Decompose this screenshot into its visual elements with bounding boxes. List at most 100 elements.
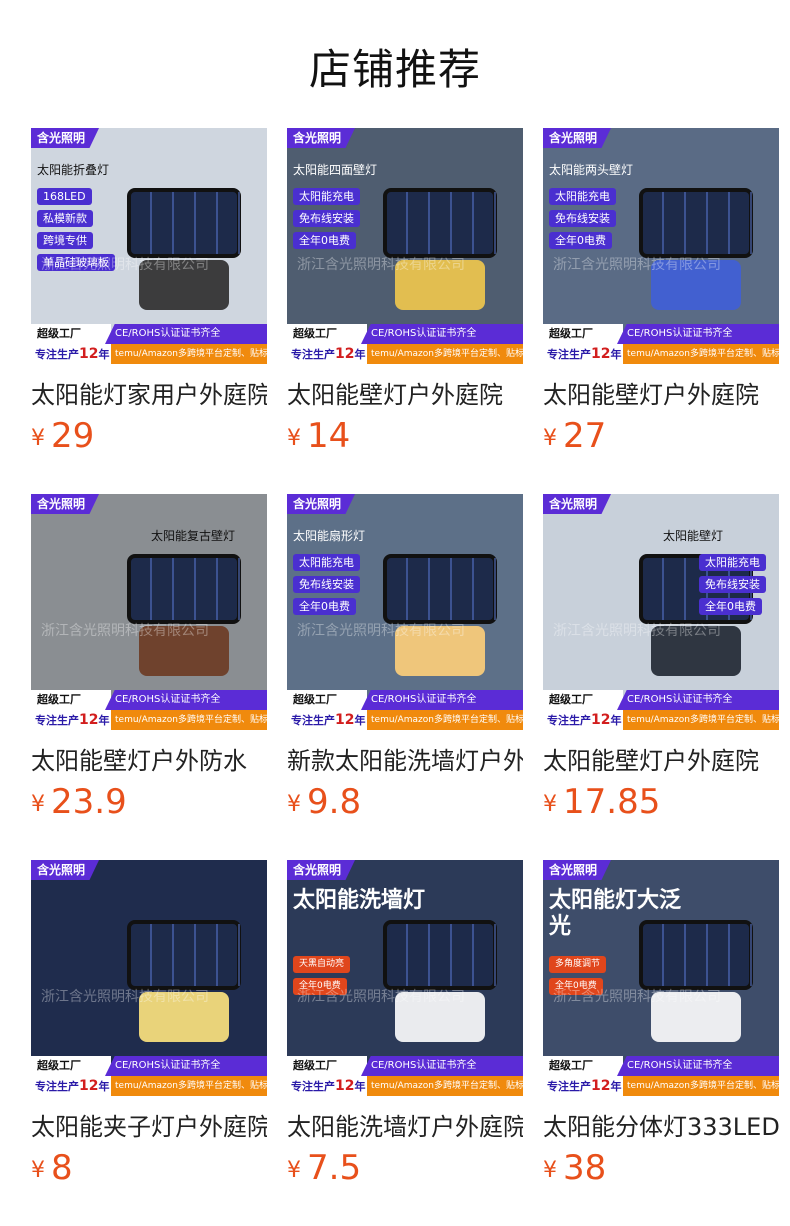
cert-label: CE/ROHS认证证书齐全	[617, 1056, 779, 1076]
product-image[interactable]: 含光照明 太阳能复古壁灯 浙江含光照明科技有限公司 超级工厂 CE/ROHS认证证书齐全…	[31, 494, 267, 730]
price-value: 7.5	[307, 1148, 362, 1188]
product-type-label: 太阳能折叠灯	[37, 163, 110, 177]
product-name[interactable]: 太阳能洗墙灯户外庭院	[287, 1112, 523, 1142]
factory-badge: 超级工厂	[31, 690, 111, 710]
watermark: 浙江含光照明科技有限公司	[553, 623, 721, 639]
product-name[interactable]: 太阳能夹子灯户外庭院	[31, 1112, 267, 1142]
product-image[interactable]: 含光照明 浙江含光照明科技有限公司 超级工厂 CE/ROHS认证证书齐全 专注生产12年…	[31, 860, 267, 1096]
feature-badge: 全年0电费	[549, 232, 612, 249]
product-image[interactable]: 含光照明 太阳能壁灯 太阳能充电 免布线安装 全年0电费 浙江含光照明科技有限公司 超级工厂…	[543, 494, 779, 730]
years-suffix: 年	[354, 714, 366, 727]
price-value: 8	[51, 1148, 73, 1188]
feature-badge: 跨境专供	[37, 232, 93, 249]
product-card[interactable]: 含光照明 太阳能两头壁灯 太阳能充电 免布线安装 全年0电费 浙江含光照明科技有限公司 超级…	[543, 128, 779, 458]
product-name[interactable]: 太阳能分体灯333LED	[543, 1112, 779, 1142]
years-suffix: 年	[354, 1080, 366, 1093]
product-name[interactable]: 太阳能壁灯户外庭院	[543, 746, 779, 776]
years-suffix: 年	[610, 714, 622, 727]
watermark: 浙江含光照明科技有限公司	[297, 623, 465, 639]
promo-banner: 超级工厂 CE/ROHS认证证书齐全 专注生产12年 temu/Amazon多跨境平台…	[31, 1056, 267, 1096]
years-prefix: 专注生产	[291, 1080, 335, 1093]
price-value: 29	[51, 416, 95, 456]
promo-banner: 超级工厂 CE/ROHS认证证书齐全 专注生产12年 temu/Amazon多跨境平台…	[31, 324, 267, 364]
product-image[interactable]: 含光照明 太阳能洗墙灯 天黑自动亮 全年0电费 浙江含光照明科技有限公司 超级工厂 CE/R…	[287, 860, 523, 1096]
product-name[interactable]: 太阳能壁灯户外防水	[31, 746, 267, 776]
product-card[interactable]: 含光照明 太阳能壁灯 太阳能充电 免布线安装 全年0电费 浙江含光照明科技有限公司 超级工厂…	[543, 494, 779, 824]
product-name[interactable]: 太阳能壁灯户外庭院	[287, 380, 523, 410]
brand-tag: 含光照明	[543, 128, 612, 148]
product-image[interactable]: 含光照明 太阳能折叠灯 168LED 私模新款 跨境专供 单晶硅玻璃板 浙江含光照明科技有限…	[31, 128, 267, 364]
product-price: ¥17.85	[543, 782, 660, 822]
product-price: ¥14	[287, 416, 350, 456]
product-image[interactable]: 含光照明 太阳能两头壁灯 太阳能充电 免布线安装 全年0电费 浙江含光照明科技有限公司 超级…	[543, 128, 779, 364]
currency-symbol: ¥	[543, 426, 557, 451]
product-card[interactable]: 含光照明 太阳能扇形灯 太阳能充电 免布线安装 全年0电费 浙江含光照明科技有限公司 超级工…	[287, 494, 523, 824]
brand-tag: 含光照明	[287, 128, 356, 148]
brand-tag: 含光照明	[543, 860, 612, 880]
cert-label: CE/ROHS认证证书齐全	[105, 690, 267, 710]
feature-badge: 免布线安装	[699, 576, 766, 593]
promo-banner: 超级工厂 CE/ROHS认证证书齐全 专注生产12年 temu/Amazon多跨境平台…	[287, 1056, 523, 1096]
product-card[interactable]: 含光照明 太阳能折叠灯 168LED 私模新款 跨境专供 单晶硅玻璃板 浙江含光照明科技有限…	[31, 128, 267, 458]
years-suffix: 年	[610, 1080, 622, 1093]
factory-badge: 超级工厂	[31, 1056, 111, 1076]
product-type-label: 太阳能洗墙灯	[293, 888, 426, 913]
feature-badge: 全年0电费	[293, 598, 356, 615]
product-price: ¥27	[543, 416, 606, 456]
custom-label: temu/Amazon多跨境平台定制、贴标	[111, 1076, 267, 1096]
solar-panel	[383, 920, 497, 990]
years-prefix: 专注生产	[547, 1080, 591, 1093]
currency-symbol: ¥	[543, 1158, 557, 1183]
feature-badge: 全年0电费	[699, 598, 762, 615]
watermark: 浙江含光照明科技有限公司	[297, 257, 465, 273]
custom-label: temu/Amazon多跨境平台定制、贴标	[367, 344, 523, 364]
product-type-label: 太阳能壁灯	[663, 529, 724, 543]
years-label: 专注生产12年	[31, 710, 111, 730]
feature-badge: 私模新款	[37, 210, 93, 227]
cert-label: CE/ROHS认证证书齐全	[361, 324, 523, 344]
product-price: ¥7.5	[287, 1148, 361, 1188]
product-card[interactable]: 含光照明 浙江含光照明科技有限公司 超级工厂 CE/ROHS认证证书齐全 专注生产12年…	[31, 860, 267, 1190]
currency-symbol: ¥	[287, 1158, 301, 1183]
years-number: 12	[591, 1078, 611, 1094]
years-suffix: 年	[98, 714, 110, 727]
product-image[interactable]: 含光照明 太阳能扇形灯 太阳能充电 免布线安装 全年0电费 浙江含光照明科技有限公司 超级工…	[287, 494, 523, 730]
product-name[interactable]: 新款太阳能洗墙灯户外	[287, 746, 523, 776]
page-title: 店铺推荐	[308, 45, 481, 94]
product-name[interactable]: 太阳能灯家用户外庭院	[31, 380, 267, 410]
years-label: 专注生产12年	[31, 344, 111, 364]
product-type-label: 太阳能灯大泛光	[549, 888, 682, 939]
product-card[interactable]: 含光照明 太阳能四面壁灯 太阳能充电 免布线安装 全年0电费 浙江含光照明科技有限公司 超级…	[287, 128, 523, 458]
feature-list: 太阳能充电 免布线安装 全年0电费	[293, 554, 360, 620]
product-type-label: 太阳能扇形灯	[293, 529, 366, 543]
years-label: 专注生产12年	[543, 1076, 623, 1096]
cert-label: CE/ROHS认证证书齐全	[105, 324, 267, 344]
custom-label: temu/Amazon多跨境平台定制、贴标	[111, 710, 267, 730]
watermark: 浙江含光照明科技有限公司	[41, 623, 209, 639]
factory-badge: 超级工厂	[287, 690, 367, 710]
product-image[interactable]: 含光照明 太阳能灯大泛光 多角度调节 全年0电费 浙江含光照明科技有限公司 超级工厂 CE/…	[543, 860, 779, 1096]
promo-banner: 超级工厂 CE/ROHS认证证书齐全 专注生产12年 temu/Amazon多跨境平台…	[287, 690, 523, 730]
cert-label: CE/ROHS认证证书齐全	[361, 1056, 523, 1076]
product-name[interactable]: 太阳能壁灯户外庭院	[543, 380, 779, 410]
solar-panel	[639, 188, 753, 258]
cert-label: CE/ROHS认证证书齐全	[361, 690, 523, 710]
watermark: 浙江含光照明科技有限公司	[553, 257, 721, 273]
years-label: 专注生产12年	[543, 710, 623, 730]
product-image[interactable]: 含光照明 太阳能四面壁灯 太阳能充电 免布线安装 全年0电费 浙江含光照明科技有限公司 超级…	[287, 128, 523, 364]
product-card[interactable]: 含光照明 太阳能灯大泛光 多角度调节 全年0电费 浙江含光照明科技有限公司 超级工厂 CE/…	[543, 860, 779, 1190]
years-label: 专注生产12年	[287, 710, 367, 730]
currency-symbol: ¥	[31, 792, 45, 817]
product-card[interactable]: 含光照明 太阳能复古壁灯 浙江含光照明科技有限公司 超级工厂 CE/ROHS认证证书齐全…	[31, 494, 267, 824]
watermark: 浙江含光照明科技有限公司	[41, 257, 209, 273]
brand-tag: 含光照明	[543, 494, 612, 514]
product-card[interactable]: 含光照明 太阳能洗墙灯 天黑自动亮 全年0电费 浙江含光照明科技有限公司 超级工厂 CE/R…	[287, 860, 523, 1190]
feature-list: 太阳能充电 免布线安装 全年0电费	[549, 188, 616, 254]
solar-panel	[127, 554, 241, 624]
custom-label: temu/Amazon多跨境平台定制、贴标	[367, 1076, 523, 1096]
years-number: 12	[591, 712, 611, 728]
factory-badge: 超级工厂	[543, 1056, 623, 1076]
promo-banner: 超级工厂 CE/ROHS认证证书齐全 专注生产12年 temu/Amazon多跨境平台…	[287, 324, 523, 364]
years-number: 12	[79, 1078, 99, 1094]
years-number: 12	[335, 346, 355, 362]
